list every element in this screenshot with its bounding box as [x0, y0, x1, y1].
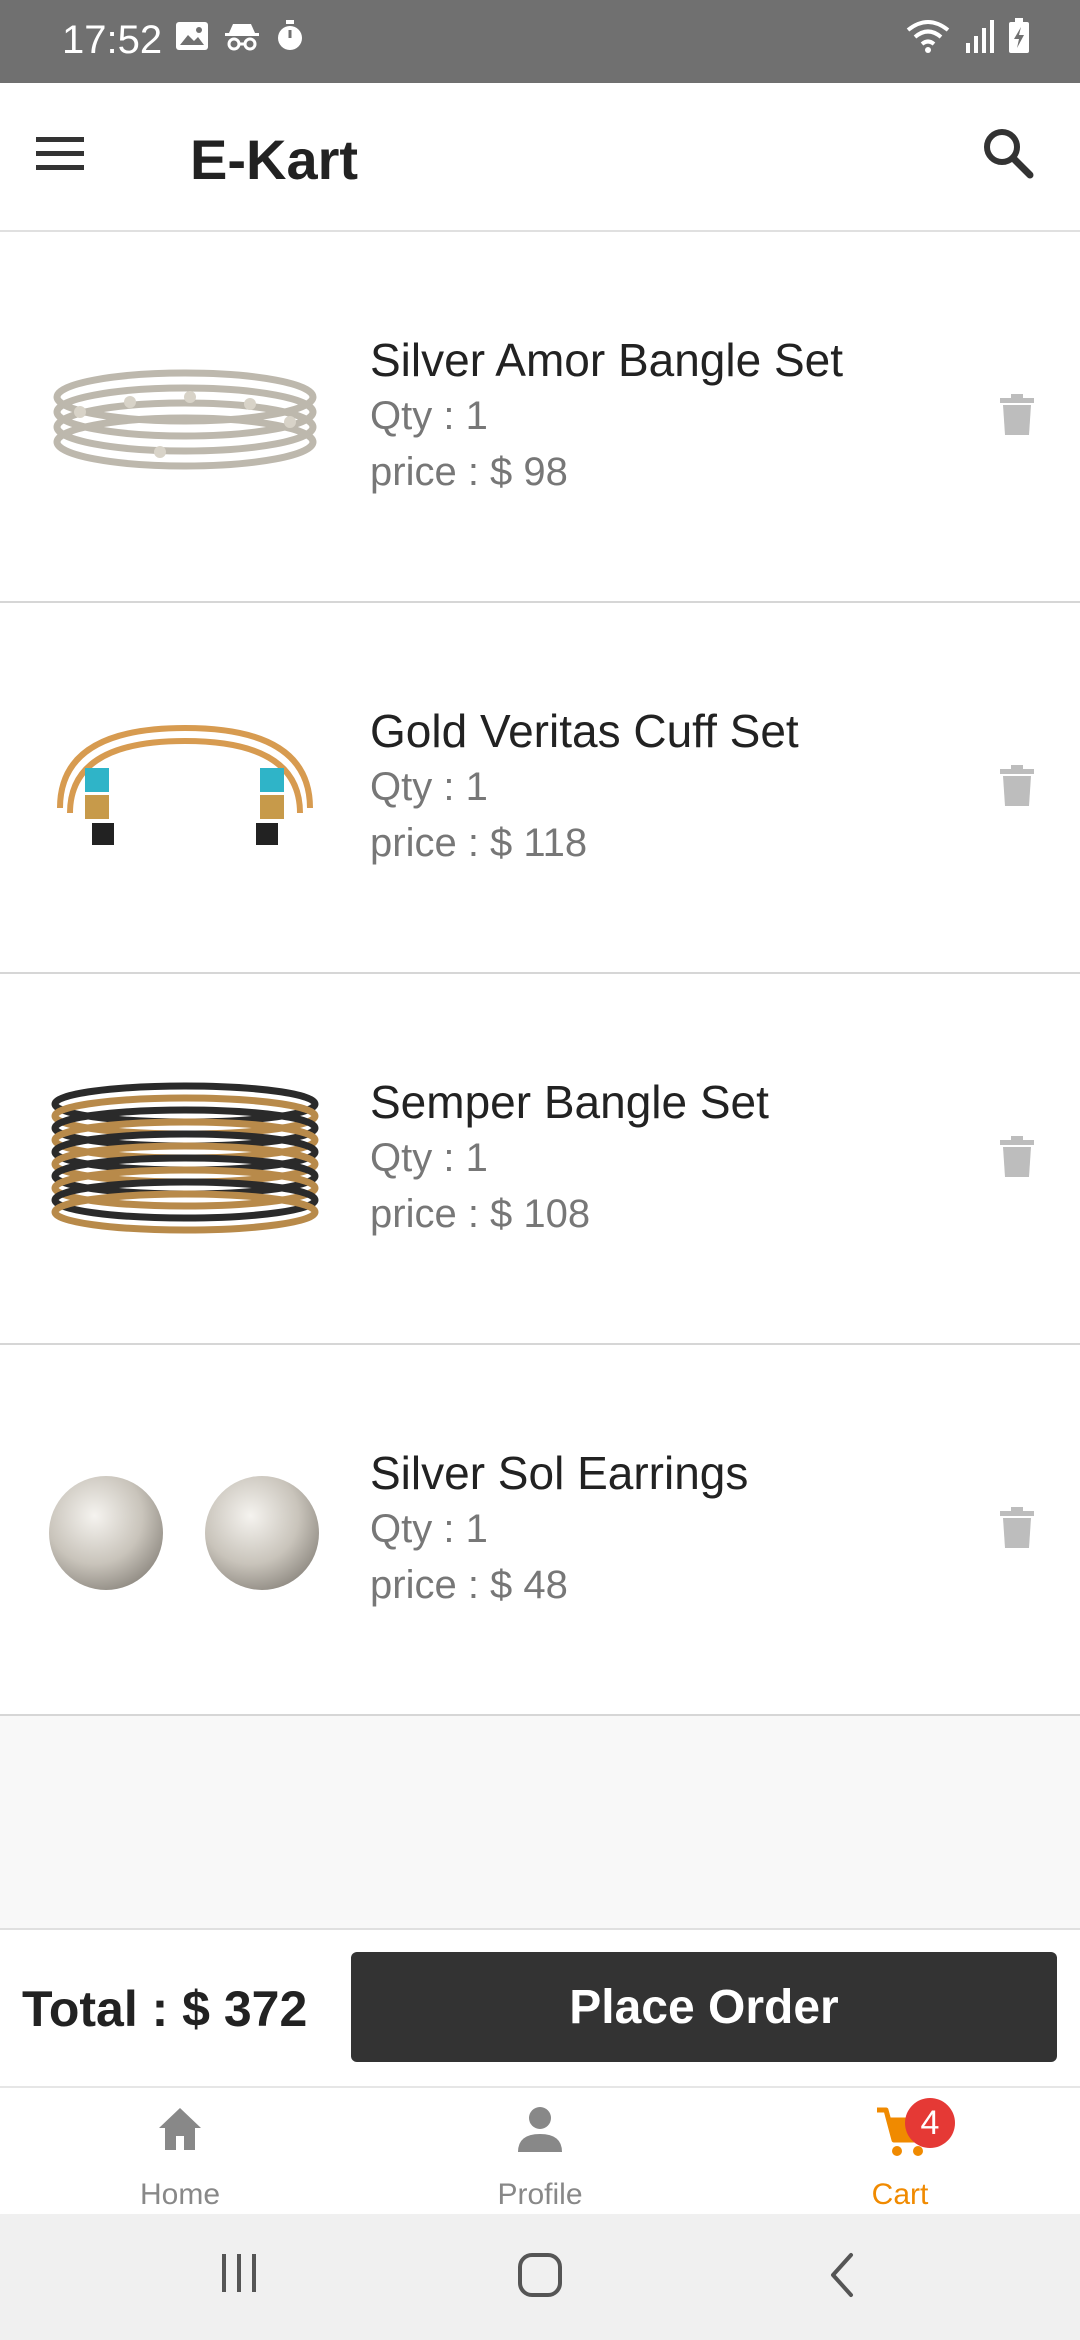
- incognito-icon: [225, 24, 259, 51]
- profile-icon: [518, 2107, 562, 2152]
- item-info: Semper Bangle Set Qty : 1 price : $ 108: [370, 1074, 769, 1242]
- status-time: 17:52: [62, 18, 163, 62]
- wifi-icon: [906, 20, 950, 53]
- cart-item[interactable]: Silver Sol Earrings Qty : 1 price : $ 48: [0, 1345, 1080, 1716]
- delete-icon: [1000, 1507, 1034, 1548]
- nav-home[interactable]: Home: [0, 2088, 360, 2216]
- menu-icon: [36, 137, 84, 170]
- item-name: Semper Bangle Set: [370, 1076, 769, 1128]
- delete-icon: [1000, 1136, 1034, 1177]
- signal-icon: [966, 20, 994, 53]
- nav-cart-label: Cart: [871, 2178, 929, 2211]
- product-image: [53, 369, 317, 470]
- product-image: [51, 1082, 319, 1234]
- delete-icon: [1000, 394, 1034, 435]
- nav-home-label: Home: [139, 2178, 221, 2211]
- product-image: [49, 1476, 319, 1590]
- item-qty: Qty : 1: [370, 1507, 488, 1551]
- item-price: price : $ 118: [370, 821, 588, 865]
- cart-list: Silver Amor Bangle Set Qty : 1 price : $…: [0, 232, 1080, 1716]
- status-bar: 17:52: [0, 0, 1080, 83]
- item-name: Silver Amor Bangle Set: [370, 334, 844, 386]
- bottom-nav: Home Profile 4 Cart: [0, 2086, 1080, 2216]
- product-image: [57, 724, 313, 845]
- item-name: Silver Sol Earrings: [370, 1447, 749, 1499]
- delete-button[interactable]: [998, 1507, 1036, 1549]
- nav-profile[interactable]: Profile: [360, 2088, 720, 2216]
- cart-item[interactable]: Semper Bangle Set Qty : 1 price : $ 108: [0, 974, 1080, 1345]
- delete-button[interactable]: [998, 765, 1036, 807]
- item-price: price : $ 48: [370, 1563, 568, 1607]
- order-total: Total : $ 372: [22, 1981, 308, 2037]
- home-system-icon[interactable]: [515, 2250, 565, 2300]
- recent-apps-icon[interactable]: [218, 2250, 260, 2296]
- app-title: E-Kart: [190, 128, 359, 191]
- home-icon: [159, 2108, 201, 2150]
- timer-icon: [278, 20, 302, 50]
- app-bar: E-Kart: [0, 83, 1080, 232]
- status-right-icons: [906, 18, 1030, 54]
- item-info: Gold Veritas Cuff Set Qty : 1 price : $ …: [370, 703, 799, 871]
- delete-button[interactable]: [998, 394, 1036, 436]
- search-icon: [984, 129, 1034, 179]
- item-price: price : $ 108: [370, 1192, 591, 1236]
- cart-item[interactable]: Gold Veritas Cuff Set Qty : 1 price : $ …: [0, 603, 1080, 974]
- item-qty: Qty : 1: [370, 394, 488, 438]
- gallery-icon: [176, 22, 208, 50]
- menu-button[interactable]: [30, 123, 90, 183]
- item-info: Silver Amor Bangle Set Qty : 1 price : $…: [370, 332, 843, 500]
- nav-cart[interactable]: 4 Cart: [720, 2088, 1080, 2216]
- system-nav-bar: [0, 2214, 1080, 2340]
- item-info: Silver Sol Earrings Qty : 1 price : $ 48: [370, 1445, 748, 1613]
- item-price: price : $ 98: [370, 450, 568, 494]
- back-icon[interactable]: [825, 2250, 859, 2300]
- item-qty: Qty : 1: [370, 1136, 488, 1180]
- battery-icon: [1009, 18, 1029, 53]
- delete-icon: [1000, 765, 1034, 806]
- delete-button[interactable]: [998, 1136, 1036, 1178]
- search-button[interactable]: [978, 123, 1040, 185]
- cart-badge: 4: [905, 2098, 955, 2148]
- cart-item[interactable]: Silver Amor Bangle Set Qty : 1 price : $…: [0, 232, 1080, 603]
- order-bar: Total : $ 372 Place Order: [0, 1928, 1080, 2088]
- status-left-icons: [175, 20, 305, 52]
- place-order-button[interactable]: Place Order: [351, 1952, 1057, 2062]
- item-name: Gold Veritas Cuff Set: [370, 705, 799, 757]
- item-qty: Qty : 1: [370, 765, 488, 809]
- nav-profile-label: Profile: [497, 2178, 583, 2211]
